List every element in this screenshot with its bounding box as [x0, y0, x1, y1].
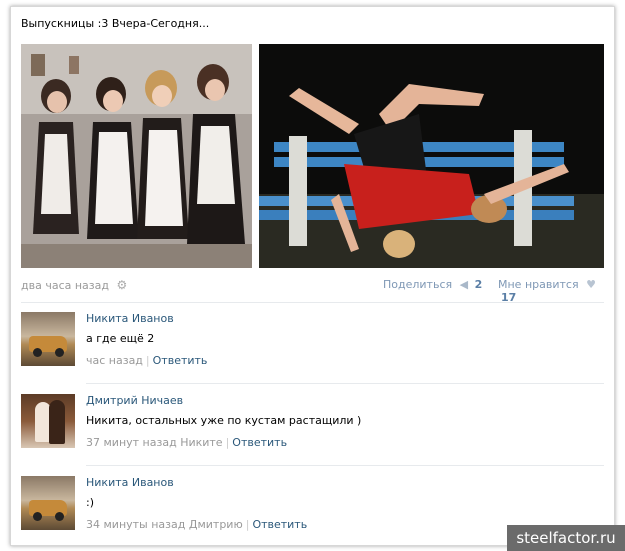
photo-girls-bench	[259, 44, 604, 268]
comment-time[interactable]: 34 минуты назад	[86, 518, 185, 531]
separator: |	[245, 518, 250, 531]
divider	[21, 302, 604, 303]
avatar[interactable]	[21, 312, 75, 366]
wheel-icon	[55, 348, 64, 357]
post-time[interactable]: два часа назад ⚙	[21, 278, 127, 292]
post-time-label: два часа назад	[21, 279, 109, 292]
share-count: 2	[474, 278, 483, 291]
share-button[interactable]: Поделиться ◀ 2	[383, 278, 482, 291]
reply-link[interactable]: Ответить	[232, 436, 287, 449]
comment-author[interactable]: Никита Иванов	[86, 312, 174, 325]
avatar[interactable]	[21, 476, 75, 530]
post-meta: два часа назад ⚙ Поделиться ◀ 2 Мне нрав…	[21, 278, 604, 304]
comment-meta: 37 минут назад Никите | Ответить	[86, 436, 287, 449]
like-button[interactable]: Мне нравится ♥ 17	[498, 278, 604, 304]
watermark: steelfactor.ru	[507, 525, 625, 551]
reply-link[interactable]: Ответить	[252, 518, 307, 531]
megaphone-icon: ◀	[459, 278, 469, 291]
comment-text: :)	[86, 496, 94, 509]
share-label: Поделиться	[383, 278, 453, 291]
photo-girls-uniform	[21, 44, 252, 268]
comment-text: а где ещё 2	[86, 332, 155, 345]
divider	[86, 383, 604, 384]
like-label: Мне нравится	[498, 278, 579, 291]
wheel-icon	[33, 512, 42, 521]
comment-meta: 34 минуты назад Дмитрию | Ответить	[86, 518, 307, 531]
heart-icon: ♥	[586, 278, 596, 291]
separator: |	[225, 436, 230, 449]
wheel-icon	[33, 348, 42, 357]
wheel-icon	[55, 512, 64, 521]
post-photo-then[interactable]	[21, 44, 252, 268]
comment-author[interactable]: Никита Иванов	[86, 476, 174, 489]
comment-item: Дмитрий Ничаев Никита, остальных уже по …	[21, 394, 604, 454]
comment-text: Никита, остальных уже по кустам растащил…	[86, 414, 362, 427]
comment-time[interactable]: 37 минут назад	[86, 436, 177, 449]
divider	[86, 465, 604, 466]
comment-item: Никита Иванов а где ещё 2 час назад | Отве…	[21, 312, 604, 372]
separator: |	[145, 354, 150, 367]
gear-icon[interactable]: ⚙	[116, 278, 127, 292]
avatar[interactable]	[21, 394, 75, 448]
reply-to[interactable]: Никите	[180, 436, 222, 449]
post-photo-now[interactable]	[259, 44, 604, 268]
reply-to[interactable]: Дмитрию	[189, 518, 243, 531]
comment-meta: час назад | Ответить	[86, 354, 207, 367]
post-card: Выпускницы :3 Вчера-Сегодня... два часа …	[10, 6, 615, 546]
comment-time[interactable]: час назад	[86, 354, 143, 367]
comment-author[interactable]: Дмитрий Ничаев	[86, 394, 183, 407]
person-avatar-icon	[49, 400, 65, 444]
reply-link[interactable]: Ответить	[153, 354, 208, 367]
post-title: Выпускницы :3 Вчера-Сегодня...	[21, 17, 210, 30]
